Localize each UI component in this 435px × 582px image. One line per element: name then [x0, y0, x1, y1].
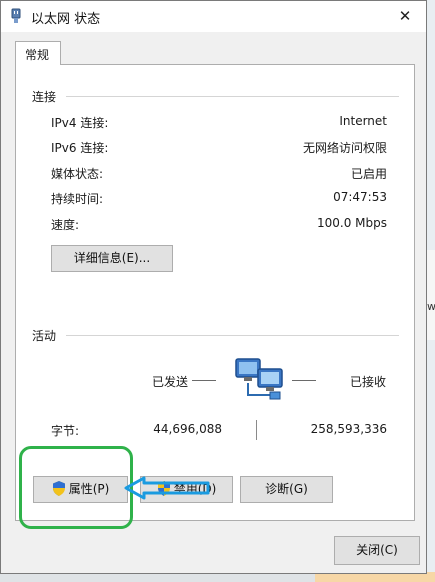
- background-window-right: [426, 250, 435, 340]
- close-icon[interactable]: ✕: [390, 3, 420, 29]
- tab-general[interactable]: 常规: [15, 41, 61, 65]
- ipv4-value: Internet: [339, 114, 387, 128]
- details-button[interactable]: 详细信息(E)...: [51, 245, 173, 272]
- sent-dash: [192, 380, 216, 381]
- ipv6-label: IPv6 连接:: [51, 141, 109, 155]
- bytes-sent-value: 44,696,088: [153, 422, 222, 436]
- media-state-value: 已启用: [350, 167, 387, 181]
- bytes-received-value: 258,593,336: [310, 422, 387, 436]
- sent-label: 已发送: [152, 375, 189, 389]
- title-bar[interactable]: 以太网 状态 ✕: [1, 1, 426, 32]
- connection-section-rule: [66, 96, 399, 97]
- duration-value: 07:47:53: [333, 190, 387, 204]
- media-state-label: 媒体状态:: [51, 167, 104, 181]
- bytes-label: 字节:: [51, 424, 80, 438]
- close-button[interactable]: 关闭(C): [334, 536, 420, 565]
- close-button-label: 关闭(C): [356, 543, 398, 557]
- duration-label: 持续时间:: [51, 192, 104, 206]
- diagnose-button[interactable]: 诊断(G): [240, 476, 333, 503]
- diagnose-button-label: 诊断(G): [265, 482, 308, 496]
- network-computers-icon: [235, 358, 283, 400]
- connection-section-title: 连接: [32, 90, 57, 104]
- received-label: 已接收: [350, 375, 387, 389]
- background-text-right: w: [427, 300, 435, 313]
- tab-general-label: 常规: [25, 48, 50, 62]
- received-dash: [292, 380, 316, 381]
- ipv6-value: 无网络访问权限: [302, 141, 387, 155]
- annotation-highlight-box: [19, 446, 133, 529]
- bytes-divider: [256, 420, 257, 440]
- speed-value: 100.0 Mbps: [316, 216, 387, 230]
- ethernet-icon: [11, 8, 21, 23]
- ipv4-label: IPv4 连接:: [51, 116, 109, 130]
- details-button-label: 详细信息(E)...: [73, 251, 151, 265]
- annotation-arrow-icon: [124, 476, 210, 500]
- activity-section-title: 活动: [32, 329, 57, 343]
- activity-section-rule: [66, 335, 399, 336]
- window-title: 以太网 状态: [31, 12, 101, 27]
- speed-label: 速度:: [51, 218, 80, 232]
